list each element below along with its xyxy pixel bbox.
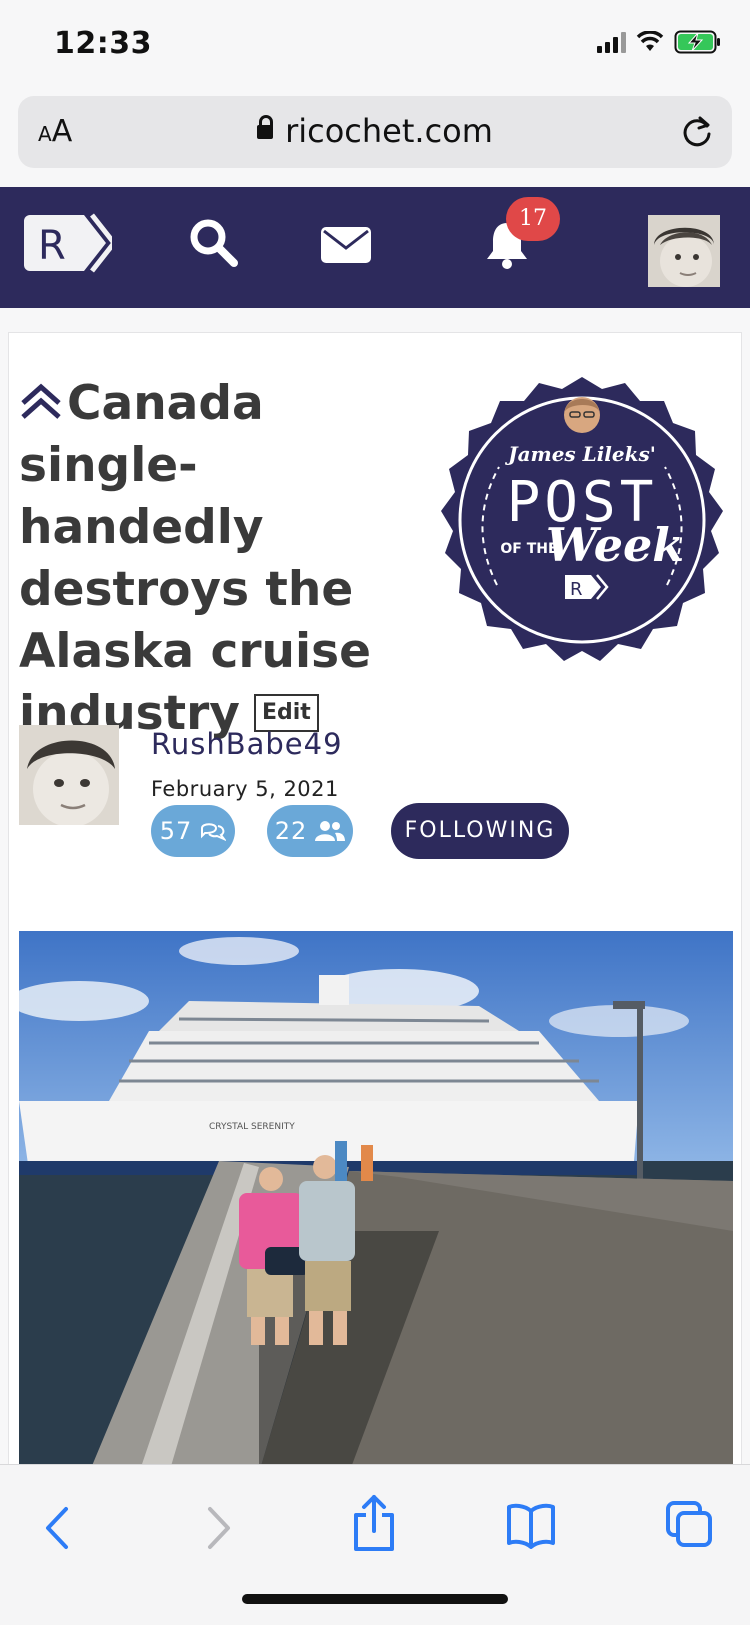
baby-portrait-image	[648, 215, 720, 287]
status-time: 12:33	[54, 26, 152, 61]
author-portrait-image	[19, 725, 119, 825]
badge-line-1: James Lileks'	[504, 442, 656, 466]
post-of-the-week-badge: James Lileks' POST OF THE Week R	[441, 377, 723, 661]
url-display[interactable]: ricochet.com	[18, 112, 732, 150]
double-chevron-up-icon[interactable]	[19, 381, 63, 421]
members-count-pill[interactable]: 22	[267, 805, 353, 857]
status-icons	[597, 30, 722, 54]
reload-icon[interactable]	[680, 114, 714, 150]
comment-count: 57	[159, 817, 193, 845]
domain-text: ricochet.com	[285, 112, 493, 150]
tabs-icon[interactable]	[664, 1499, 714, 1549]
ricochet-logo[interactable]: R	[22, 213, 112, 273]
back-icon[interactable]	[42, 1505, 72, 1551]
mail-icon[interactable]	[321, 227, 371, 263]
cruise-ship-dock-image: CRYSTAL SERENITY	[19, 931, 733, 1473]
photo-ship-name: CRYSTAL SERENITY	[209, 1122, 295, 1132]
badge-logo-letter: R	[570, 579, 583, 600]
battery-charging-icon	[674, 30, 720, 54]
comments-count-pill[interactable]: 57	[151, 805, 235, 857]
wifi-icon	[636, 31, 664, 51]
bookmarks-icon[interactable]	[506, 1501, 556, 1549]
badge-line-4: Week	[546, 518, 684, 572]
share-icon[interactable]	[352, 1493, 396, 1553]
post-date: February 5, 2021	[151, 777, 339, 801]
notification-count-badge[interactable]: 17	[506, 197, 560, 241]
status-bar: 12:33	[0, 0, 750, 90]
forward-icon[interactable]	[204, 1505, 234, 1551]
members-icon	[315, 821, 346, 841]
cellular-signal-icon	[597, 31, 626, 53]
author-name-link[interactable]: RushBabe49	[151, 727, 343, 761]
site-header: R 17	[0, 187, 750, 308]
home-indicator[interactable]	[242, 1594, 508, 1604]
post-photo[interactable]: CRYSTAL SERENITY	[19, 931, 733, 1473]
post-title: Canada single-handedly destroys the Alas…	[19, 376, 371, 741]
search-icon[interactable]	[188, 217, 240, 269]
user-avatar[interactable]	[648, 215, 720, 287]
lock-icon	[257, 115, 274, 139]
address-bar[interactable]: AA ricochet.com	[18, 96, 732, 168]
member-count: 22	[274, 817, 308, 845]
following-button[interactable]: FOLLOWING	[391, 803, 569, 859]
comments-icon	[201, 823, 227, 841]
logo-letter: R	[38, 223, 66, 269]
post-title-block: Canada single-handedly destroys the Alas…	[19, 373, 439, 745]
post-card: Canada single-handedly destroys the Alas…	[8, 332, 742, 1473]
author-avatar[interactable]	[19, 725, 119, 825]
